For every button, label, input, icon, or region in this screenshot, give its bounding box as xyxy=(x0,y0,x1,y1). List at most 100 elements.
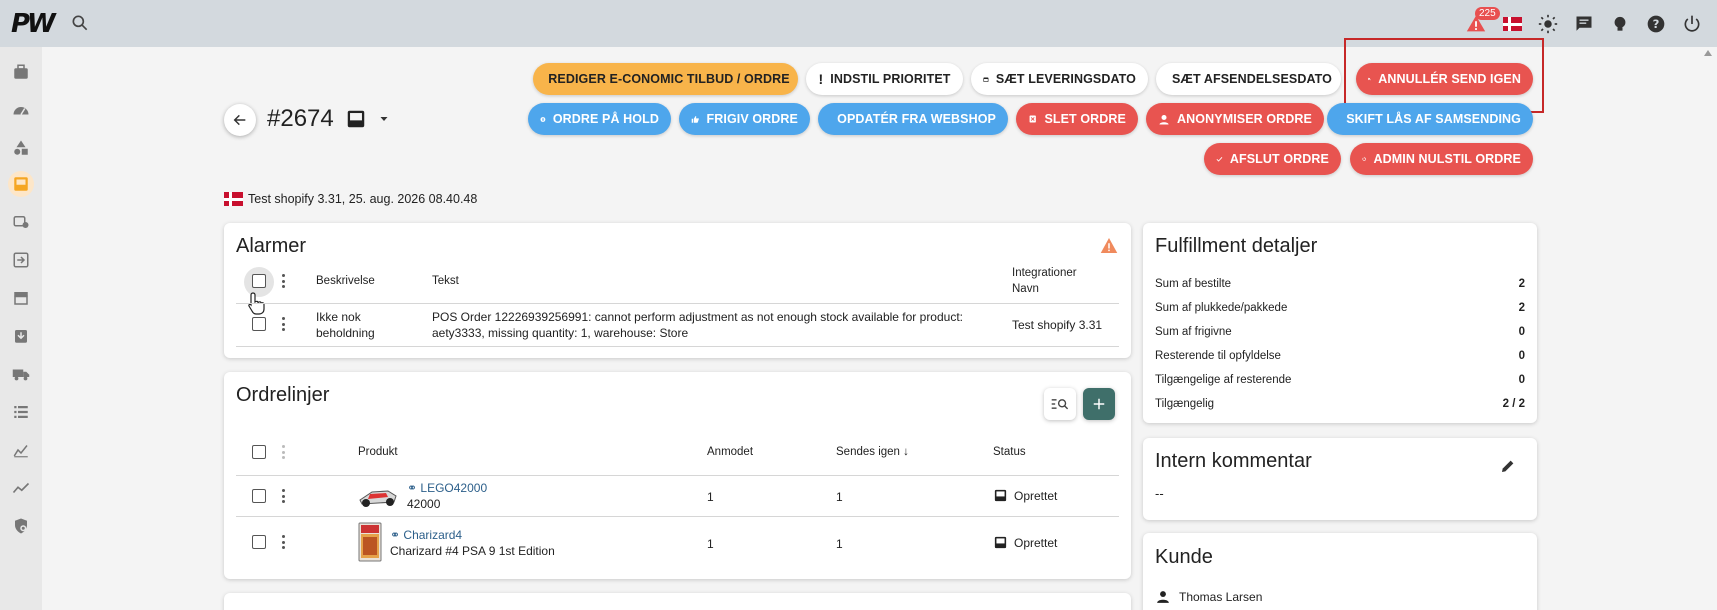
line-row-menu-icon[interactable] xyxy=(281,489,285,503)
pause-circle-icon xyxy=(540,116,546,122)
delete-order-button[interactable]: SLET ORDRE xyxy=(1016,103,1138,135)
edit-comment-icon[interactable] xyxy=(1500,458,1516,474)
product-image-lego xyxy=(359,490,397,507)
next-card xyxy=(224,593,1131,610)
anonymize-order-button[interactable]: ANONYMISER ORDRE xyxy=(1146,103,1324,135)
fulfillment-row: Sum af frigivne 0 xyxy=(1155,326,1525,338)
danish-flag-icon xyxy=(224,192,243,206)
toggle-consolidation-lock-button[interactable]: SKIFT LÅS AF SAMSENDING xyxy=(1327,103,1533,135)
line-row-checkbox[interactable] xyxy=(252,489,266,503)
help-icon: ? xyxy=(1647,15,1665,33)
nav-dashboard-icon[interactable] xyxy=(8,97,34,123)
nav-shipping-icon[interactable] xyxy=(8,361,34,387)
comment-value: -- xyxy=(1155,486,1164,501)
link-icon: ⚭ xyxy=(390,528,401,542)
theme-toggle-button[interactable] xyxy=(1533,9,1563,39)
alarms-select-all-checkbox[interactable] xyxy=(252,274,266,288)
alarms-header-text[interactable]: Tekst xyxy=(432,275,459,287)
alarms-header-description[interactable]: Beskrivelse xyxy=(316,275,375,287)
inbox-icon xyxy=(994,489,1007,502)
lines-column-menu-icon[interactable] xyxy=(281,445,285,459)
danish-flag-icon xyxy=(1502,17,1522,31)
chat-icon xyxy=(1576,16,1592,31)
set-dispatch-date-button[interactable]: SÆT AFSENDELSESDATO xyxy=(1156,63,1341,95)
release-order-button[interactable]: FRIGIV ORDRE xyxy=(679,103,810,135)
line-resend: 1 xyxy=(836,537,843,551)
calendar-icon xyxy=(983,76,989,82)
order-title: #2674 xyxy=(267,105,334,132)
search-lines-button[interactable] xyxy=(1044,388,1076,420)
fulfillment-title: Fulfillment detaljer xyxy=(1155,235,1318,257)
logout-button[interactable] xyxy=(1677,9,1707,39)
alarm-description-cont: beholdning xyxy=(316,326,375,340)
delete-icon xyxy=(1029,115,1036,123)
line-row-checkbox[interactable] xyxy=(252,535,266,549)
product-name: 42000 xyxy=(407,497,441,511)
nav-categories-icon[interactable] xyxy=(8,135,34,161)
nav-inbound-icon[interactable] xyxy=(8,247,34,273)
line-row-menu-icon[interactable] xyxy=(281,535,285,549)
nav-orders-icon[interactable] xyxy=(8,171,34,197)
nav-admin-icon[interactable] xyxy=(8,513,34,539)
lightbulb-icon xyxy=(1614,16,1626,31)
add-line-button[interactable] xyxy=(1083,388,1115,420)
divider xyxy=(236,303,1119,304)
complete-order-button[interactable]: AFSLUT ORDRE xyxy=(1204,143,1341,175)
order-source: Test shopify 3.31, 25. aug. 2026 08.40.4… xyxy=(224,192,477,206)
line-requested: 1 xyxy=(707,537,714,551)
help-button[interactable]: ? xyxy=(1641,9,1671,39)
exclamation-icon: ! xyxy=(818,71,824,87)
lines-header-resend[interactable]: Sendes igen ↓ xyxy=(836,446,909,458)
set-priority-button[interactable]: ! INDSTIL PRIORITET xyxy=(806,63,963,95)
line-status: Oprettet xyxy=(993,535,1057,550)
order-on-hold-button[interactable]: ORDRE PÅ HOLD xyxy=(528,103,671,135)
line-requested: 1 xyxy=(707,490,714,504)
tips-button[interactable] xyxy=(1605,9,1635,39)
language-button[interactable] xyxy=(1497,9,1527,39)
scroll-up-icon[interactable] xyxy=(1703,48,1713,58)
user-off-icon xyxy=(1159,114,1169,125)
alarm-text-cont: aety3333, missing quantity: 1, warehouse… xyxy=(432,326,689,340)
back-button[interactable] xyxy=(224,104,256,136)
alarm-text: POS Order 12226939256991: cannot perform… xyxy=(432,310,963,324)
admin-reset-order-button[interactable]: ADMIN NULSTIL ORDRE xyxy=(1350,143,1533,175)
search-icon[interactable] xyxy=(70,13,90,33)
nav-reports-icon[interactable] xyxy=(8,437,34,463)
alarms-header-integration[interactable]: Integrationer xyxy=(1012,267,1077,279)
nav-products-icon[interactable] xyxy=(8,59,34,85)
link-icon: ⚭ xyxy=(407,481,418,495)
edit-economic-button[interactable]: REDIGER E-CONOMIC TILBUD / ORDRE xyxy=(533,63,798,95)
arrow-down-icon: ↓ xyxy=(903,446,909,458)
product-sku-link[interactable]: ⚭ LEGO42000 xyxy=(407,481,487,495)
update-from-webshop-button[interactable]: OPDATÉR FRA WEBSHOP xyxy=(818,103,1008,135)
lines-header-requested[interactable]: Anmodet xyxy=(707,446,753,458)
set-delivery-date-button[interactable]: SÆT LEVERINGSDATO xyxy=(971,63,1148,95)
alarms-column-menu-icon[interactable] xyxy=(281,274,285,288)
chat-button[interactable] xyxy=(1569,9,1599,39)
product-image-charizard xyxy=(358,522,382,562)
app-logo[interactable]: PW xyxy=(11,9,56,39)
nav-store-icon[interactable] xyxy=(8,285,34,311)
alarm-description: Ikke nok xyxy=(316,310,361,324)
divider xyxy=(236,516,1119,517)
divider xyxy=(236,475,1119,476)
alerts-button[interactable]: 225 xyxy=(1461,7,1500,39)
lines-select-all-checkbox[interactable] xyxy=(252,445,266,459)
fulfillment-row: Tilgængelig 2 / 2 xyxy=(1155,398,1525,410)
nav-returns-icon[interactable] xyxy=(8,209,34,235)
person-icon xyxy=(1157,591,1169,603)
nav-list-icon[interactable] xyxy=(8,399,34,425)
lines-header-status[interactable]: Status xyxy=(993,446,1026,458)
chevron-down-icon[interactable] xyxy=(378,113,390,125)
nav-receive-icon[interactable] xyxy=(8,323,34,349)
customer-title: Kunde xyxy=(1155,546,1213,568)
inbox-icon[interactable] xyxy=(345,108,367,130)
lines-header-product[interactable]: Produkt xyxy=(358,446,398,458)
nav-analytics-icon[interactable] xyxy=(8,475,34,501)
sun-icon xyxy=(1538,14,1558,34)
alarm-row-checkbox[interactable] xyxy=(252,317,266,331)
plus-icon xyxy=(1093,398,1105,410)
alarm-row-menu-icon[interactable] xyxy=(281,317,285,331)
product-sku-link[interactable]: ⚭ Charizard4 xyxy=(390,528,462,542)
side-nav xyxy=(0,47,42,610)
